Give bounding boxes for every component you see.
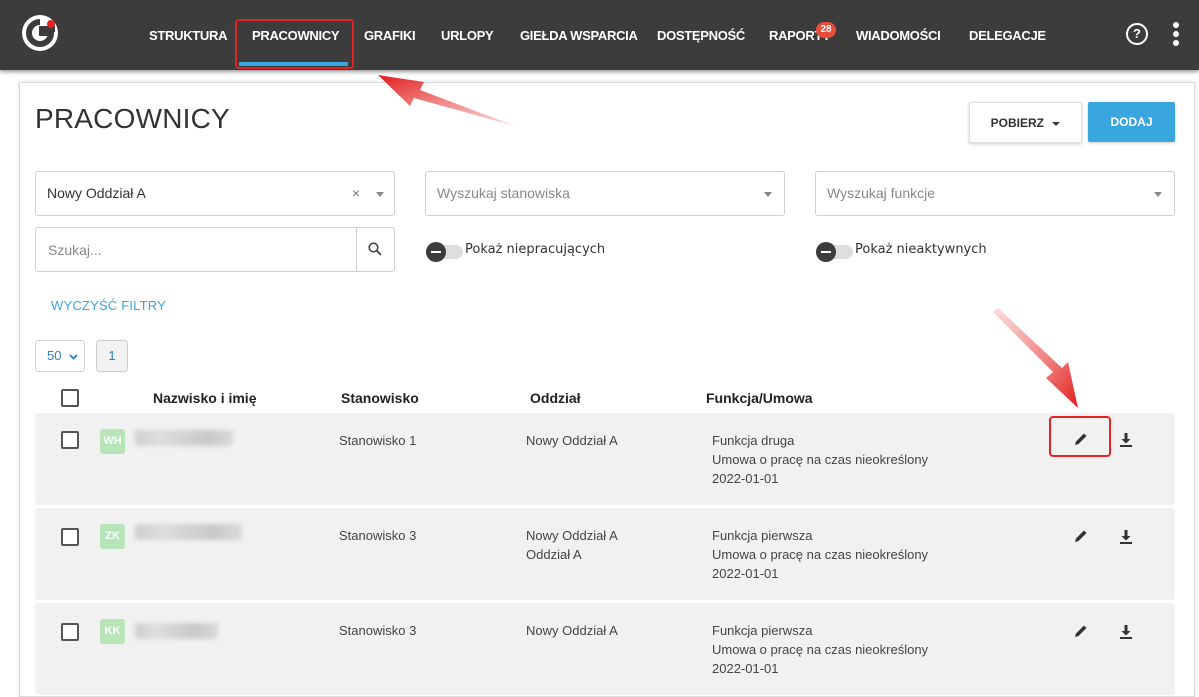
page-button-1[interactable]: 1 (96, 340, 128, 372)
add-button[interactable]: DODAJ (1088, 102, 1175, 142)
table-row[interactable]: KK Stanowisko 3 Nowy Oddział A Funkcja p… (35, 603, 1175, 695)
date-cell: 2022-01-01 (712, 566, 779, 581)
contract-cell: Umowa o pracę na czas nieokreślony (712, 642, 929, 657)
position-cell: Stanowisko 3 (339, 528, 417, 543)
nav-gielda-wsparcia[interactable]: GIEŁDA WSPARCIA (520, 0, 638, 70)
function-cell: Funkcja pierwsza (712, 623, 813, 638)
per-page-select[interactable]: 50 (35, 340, 85, 372)
nav-delegacje[interactable]: DELEGACJE (969, 0, 1046, 70)
search-button[interactable] (356, 228, 395, 271)
clear-selection-icon[interactable]: × (352, 172, 360, 215)
nav-urlopy[interactable]: URLOPY (441, 0, 494, 70)
help-icon[interactable]: ? (1126, 23, 1148, 45)
search-box (35, 227, 395, 272)
table-row[interactable]: ZK Stanowisko 3 Nowy Oddział A Oddział A… (35, 508, 1175, 600)
page-title: PRACOWNICY (35, 103, 230, 134)
nav-struktura[interactable]: STRUKTURA (149, 0, 227, 70)
show-not-working-label: Pokaż niepracujących (465, 242, 606, 257)
function-select[interactable]: Wyszukaj funkcje (815, 171, 1175, 216)
row-checkbox[interactable] (61, 623, 79, 641)
position-cell: Stanowisko 1 (339, 433, 417, 448)
nav-wiadomosci[interactable]: WIADOMOŚCI (856, 0, 941, 70)
chevron-down-icon (764, 192, 772, 197)
date-cell: 2022-01-01 (712, 471, 779, 486)
branch-cell: Nowy Oddział A (526, 528, 618, 543)
position-cell: Stanowisko 3 (339, 623, 417, 638)
function-select-placeholder: Wyszukaj funkcje (827, 185, 936, 201)
header-branch[interactable]: Oddział (530, 390, 581, 406)
toggle-knob (816, 242, 836, 262)
download-icon[interactable] (1118, 432, 1134, 448)
search-input[interactable] (36, 228, 356, 271)
contract-cell: Umowa o pracę na czas nieokreślony (712, 547, 929, 562)
chevron-down-icon (1154, 192, 1162, 197)
branch-select[interactable]: Nowy Oddział A × (35, 171, 395, 216)
branch-cell: Nowy Oddział A (526, 623, 618, 638)
reports-badge: 28 (816, 22, 836, 38)
download-button[interactable]: POBIERZ (969, 102, 1082, 143)
annotation-box-nav (235, 19, 354, 69)
edit-icon[interactable] (1073, 623, 1089, 639)
chevron-down-icon (69, 354, 78, 360)
per-page-value: 50 (47, 348, 62, 363)
caret-down-icon (1052, 121, 1061, 126)
avatar: ZK (100, 524, 125, 549)
top-navbar: STRUKTURA PRACOWNICY GRAFIKI URLOPY GIEŁ… (0, 0, 1199, 70)
redacted-name (135, 623, 218, 639)
select-all-checkbox[interactable] (61, 389, 79, 407)
clear-filters-link[interactable]: WYCZYŚĆ FILTRY (51, 298, 166, 313)
download-icon[interactable] (1118, 529, 1134, 545)
toggle-knob (426, 242, 446, 262)
logo-icon[interactable] (21, 14, 59, 52)
row-checkbox[interactable] (61, 431, 79, 449)
nav-grafiki[interactable]: GRAFIKI (364, 0, 416, 70)
download-button-label: POBIERZ (990, 116, 1044, 130)
position-select[interactable]: Wyszukaj stanowiska (425, 171, 785, 216)
search-icon (368, 242, 382, 256)
annotation-box-edit (1049, 416, 1111, 457)
function-cell: Funkcja druga (712, 433, 795, 448)
branch-cell-secondary: Oddział A (526, 547, 582, 562)
date-cell: 2022-01-01 (712, 661, 779, 676)
chevron-down-icon (376, 192, 384, 197)
avatar: WH (100, 429, 125, 454)
function-cell: Funkcja pierwsza (712, 528, 813, 543)
kebab-menu-icon[interactable] (1172, 22, 1180, 48)
contract-cell: Umowa o pracę na czas nieokreślony (712, 452, 929, 467)
header-position[interactable]: Stanowisko (341, 390, 419, 406)
avatar: KK (100, 619, 125, 644)
table-row[interactable]: WH Stanowisko 1 Nowy Oddział A Funkcja d… (35, 413, 1175, 505)
header-function[interactable]: Funkcja/Umowa (706, 390, 813, 406)
position-select-placeholder: Wyszukaj stanowiska (437, 185, 570, 201)
branch-cell: Nowy Oddział A (526, 433, 618, 448)
redacted-name (135, 430, 233, 446)
branch-select-value: Nowy Oddział A (47, 185, 146, 201)
redacted-name (135, 524, 242, 540)
row-checkbox[interactable] (61, 528, 79, 546)
nav-dostepnosc[interactable]: DOSTĘPNOŚĆ (657, 0, 745, 70)
show-inactive-toggle[interactable] (816, 242, 853, 262)
header-name[interactable]: Nazwisko i imię (153, 390, 256, 406)
show-not-working-toggle[interactable] (426, 242, 463, 262)
show-inactive-label: Pokaż nieaktywnych (855, 242, 987, 257)
edit-icon[interactable] (1073, 528, 1089, 544)
download-icon[interactable] (1118, 624, 1134, 640)
